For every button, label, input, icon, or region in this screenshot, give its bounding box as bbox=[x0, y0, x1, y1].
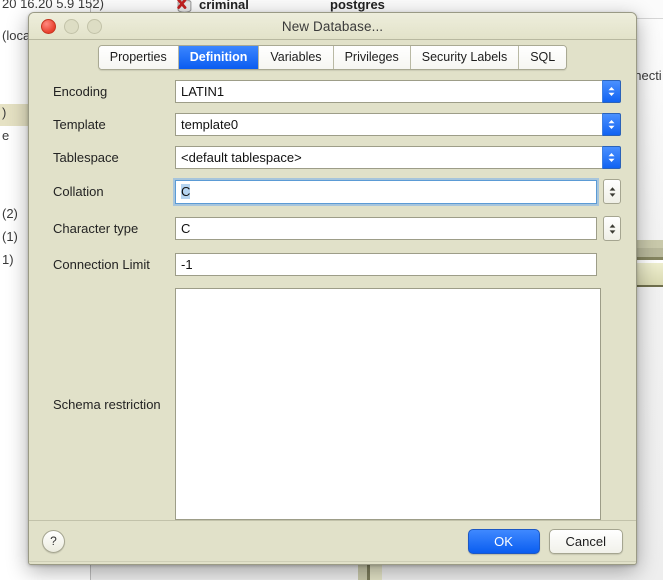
tab-sql[interactable]: SQL bbox=[519, 45, 567, 69]
tab-security-labels[interactable]: Security Labels bbox=[410, 45, 520, 69]
tablespace-row: Tablespace <default tablespace> bbox=[42, 146, 621, 169]
background-db-owner: postgres bbox=[330, 0, 385, 12]
background-left-text-3: e bbox=[2, 128, 10, 143]
minimize-button[interactable] bbox=[64, 19, 79, 34]
new-database-dialog: New Database... Properties Definition Va… bbox=[28, 12, 637, 565]
help-button[interactable]: ? bbox=[42, 529, 65, 553]
character-type-input[interactable]: C bbox=[175, 217, 597, 240]
background-db-name: criminal bbox=[199, 0, 249, 12]
character-type-field-wrap: C bbox=[175, 216, 621, 241]
screen: criminal postgres 20 16.20 5.9 152) (loc… bbox=[0, 0, 663, 580]
character-type-row: Character type C bbox=[42, 216, 621, 241]
collation-input-value: C bbox=[181, 183, 191, 199]
character-type-label: Character type bbox=[53, 221, 139, 236]
character-type-stepper[interactable] bbox=[603, 216, 621, 241]
template-label: Template bbox=[53, 117, 106, 132]
collation-row: Collation C bbox=[42, 179, 621, 204]
chevron-up-down-icon bbox=[608, 87, 615, 96]
tablespace-dropdown-stepper[interactable] bbox=[602, 146, 621, 169]
cancel-button[interactable]: Cancel bbox=[548, 528, 623, 554]
encoding-row: Encoding LATIN1 bbox=[42, 80, 621, 103]
background-left-text-5: (1) bbox=[2, 229, 18, 244]
maximize-button[interactable] bbox=[87, 19, 102, 34]
tablespace-field-wrap: <default tablespace> bbox=[175, 146, 621, 169]
chevron-up-down-icon bbox=[609, 186, 615, 197]
tablespace-label: Tablespace bbox=[53, 150, 119, 165]
tab-strip: Properties Definition Variables Privileg… bbox=[29, 40, 636, 72]
tab-privileges[interactable]: Privileges bbox=[333, 45, 411, 69]
schema-restriction-field-wrap bbox=[175, 288, 621, 520]
collation-field-wrap: C bbox=[175, 179, 621, 204]
chevron-up-down-icon bbox=[608, 120, 615, 129]
ok-button[interactable]: OK bbox=[467, 528, 540, 554]
schema-restriction-row: Schema restriction bbox=[42, 288, 621, 520]
definition-panel: Encoding LATIN1 Template template0 Table… bbox=[29, 72, 636, 520]
connection-limit-field-wrap: -1 bbox=[175, 253, 621, 276]
encoding-label: Encoding bbox=[53, 84, 108, 99]
schema-restriction-label: Schema restriction bbox=[53, 396, 161, 412]
tab-list: Properties Definition Variables Privileg… bbox=[97, 44, 568, 70]
template-input[interactable]: template0 bbox=[175, 113, 602, 136]
connection-limit-label: Connection Limit bbox=[53, 257, 150, 272]
template-field-wrap: template0 bbox=[175, 113, 621, 136]
tablespace-input[interactable]: <default tablespace> bbox=[175, 146, 602, 169]
template-dropdown-stepper[interactable] bbox=[602, 113, 621, 136]
resize-grip-icon[interactable] bbox=[620, 564, 632, 565]
dialog-footer: ? OK Cancel bbox=[29, 520, 636, 561]
dialog-title: New Database... bbox=[281, 18, 384, 34]
encoding-dropdown-stepper[interactable] bbox=[602, 80, 621, 103]
dialog-resize-strip bbox=[29, 561, 636, 565]
background-left-text-2: ) bbox=[2, 105, 7, 120]
tab-variables[interactable]: Variables bbox=[259, 45, 334, 69]
chevron-up-down-icon bbox=[609, 223, 615, 234]
connection-limit-input[interactable]: -1 bbox=[175, 253, 597, 276]
background-left-text-6: 1) bbox=[2, 252, 14, 267]
collation-input[interactable]: C bbox=[175, 179, 597, 204]
schema-restriction-textarea[interactable] bbox=[175, 288, 601, 520]
chevron-up-down-icon bbox=[608, 153, 615, 162]
tab-definition[interactable]: Definition bbox=[178, 45, 260, 69]
collation-stepper[interactable] bbox=[603, 179, 621, 204]
encoding-input[interactable]: LATIN1 bbox=[175, 80, 602, 103]
collation-label: Collation bbox=[53, 184, 104, 199]
close-button[interactable] bbox=[41, 19, 56, 34]
window-controls bbox=[41, 19, 102, 34]
template-row: Template template0 bbox=[42, 113, 621, 136]
background-left-text-0: 20 16.20 5.9 152) bbox=[2, 0, 104, 11]
dialog-titlebar[interactable]: New Database... bbox=[29, 13, 636, 40]
dialog-action-buttons: OK Cancel bbox=[467, 528, 623, 554]
tab-properties[interactable]: Properties bbox=[98, 45, 179, 69]
connection-limit-row: Connection Limit -1 bbox=[42, 253, 621, 276]
background-left-text-1: (loca bbox=[2, 28, 31, 43]
encoding-field-wrap: LATIN1 bbox=[175, 80, 621, 103]
background-left-text-4: (2) bbox=[2, 206, 18, 221]
